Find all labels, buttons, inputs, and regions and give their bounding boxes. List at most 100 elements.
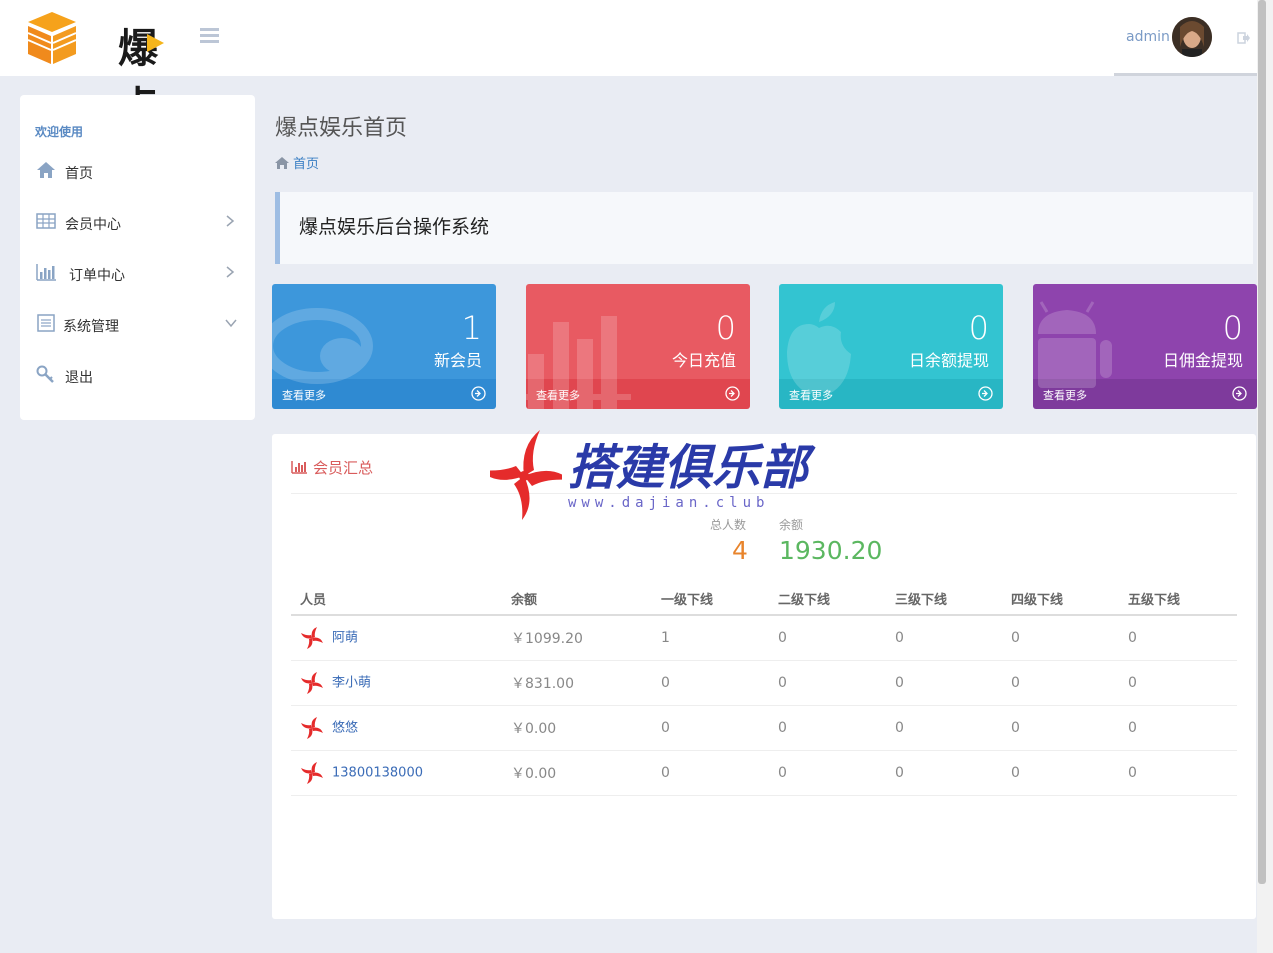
breadcrumb-home-link[interactable]: 首页 <box>293 157 319 172</box>
sidebar-item-members[interactable]: 会员中心 <box>20 202 255 242</box>
stat-more-link[interactable]: 查看更多 <box>789 387 833 403</box>
level1-cell: 0 <box>652 705 769 751</box>
level3-cell: 0 <box>886 615 1002 661</box>
watermark-text: 搭建俱乐部 <box>568 440 809 496</box>
level3-cell: 0 <box>886 660 1002 706</box>
member-name-link[interactable]: 阿萌 <box>332 630 358 645</box>
balance-cell: ￥1099.20 <box>502 615 652 661</box>
level2-cell: 0 <box>769 660 886 706</box>
sidebar-item-label: 首页 <box>65 166 93 182</box>
level4-cell: 0 <box>1002 705 1119 751</box>
level2-cell: 0 <box>769 615 886 661</box>
member-avatar-icon <box>301 626 323 649</box>
column-header: 余额 <box>502 582 652 616</box>
chevron-down-icon <box>225 319 237 328</box>
member-name-link[interactable]: 李小萌 <box>332 675 371 690</box>
stat-more-link[interactable]: 查看更多 <box>1043 387 1087 403</box>
sidebar-item-system[interactable]: 系统管理 <box>20 304 255 344</box>
user-name-link[interactable]: admin <box>1126 29 1170 45</box>
column-header: 三级下线 <box>886 582 1002 616</box>
level4-cell: 0 <box>1002 615 1119 661</box>
total-balance-label: 余额 <box>779 518 804 532</box>
table-row: 阿萌 ￥1099.20 1 0 0 0 0 <box>291 615 1237 661</box>
sidebar-item-label: 系统管理 <box>63 319 119 335</box>
watermark-url: www.dajian.club <box>568 495 770 511</box>
arrow-circle-right-icon[interactable] <box>1232 386 1247 401</box>
level1-cell: 0 <box>652 660 769 706</box>
level1-cell: 0 <box>652 750 769 796</box>
sidebar: 欢迎使用 首页 会员中心 订单中心 系统管理 退出 <box>20 95 255 420</box>
column-header: 一级下线 <box>652 582 769 616</box>
stat-card-new-members[interactable]: 1 新会员 查看更多 <box>272 284 496 409</box>
stat-label: 今日充值 <box>671 351 736 370</box>
member-cell: 李小萌 <box>291 660 502 706</box>
sidebar-heading: 欢迎使用 <box>35 125 84 139</box>
watermark: 搭建俱乐部 www.dajian.club <box>490 428 808 523</box>
stat-more-link[interactable]: 查看更多 <box>536 387 580 403</box>
table-icon <box>36 213 56 229</box>
level4-cell: 0 <box>1002 750 1119 796</box>
user-avatar[interactable] <box>1172 17 1212 57</box>
arrow-circle-right-icon[interactable] <box>471 386 486 401</box>
table-header-row: 人员 余额 一级下线 二级下线 三级下线 四级下线 五级下线 <box>291 582 1237 616</box>
member-name-link[interactable]: 13800138000 <box>332 765 423 780</box>
stat-label: 新会员 <box>433 351 482 370</box>
welcome-callout: 爆点娱乐后台操作系统 <box>275 192 1253 264</box>
chevron-right-icon <box>226 266 235 278</box>
stat-more-link[interactable]: 查看更多 <box>282 387 326 403</box>
arrow-circle-right-icon[interactable] <box>978 386 993 401</box>
list-icon <box>37 314 55 332</box>
column-header: 二级下线 <box>769 582 886 616</box>
balance-cell: ￥831.00 <box>502 660 652 706</box>
level5-cell: 0 <box>1119 750 1237 796</box>
column-header: 人员 <box>291 582 502 616</box>
stat-label: 日佣金提现 <box>1162 351 1243 370</box>
panel-title: 会员汇总 <box>291 457 373 478</box>
total-members-label: 总人数 <box>710 518 747 532</box>
member-summary-panel: 会员汇总 搭建俱乐部 www.dajian.club 总人数 余额 4 1930… <box>272 430 1256 919</box>
stat-card-daily-balance-withdraw[interactable]: 0 日余额提现 查看更多 <box>779 284 1003 409</box>
welcome-text: 爆点娱乐后台操作系统 <box>299 216 490 238</box>
level2-cell: 0 <box>769 750 886 796</box>
member-name-link[interactable]: 悠悠 <box>332 720 358 735</box>
bar-chart-icon <box>36 264 56 281</box>
member-avatar-icon <box>301 671 323 694</box>
column-header: 五级下线 <box>1119 582 1237 616</box>
menu-toggle-icon[interactable] <box>200 28 219 45</box>
pinwheel-watermark-icon <box>490 430 562 520</box>
home-icon <box>275 157 289 169</box>
arrow-circle-right-icon[interactable] <box>725 386 740 401</box>
stat-card-daily-commission-withdraw[interactable]: 0 日佣金提现 查看更多 <box>1033 284 1257 409</box>
sidebar-item-label: 订单中心 <box>69 268 125 284</box>
page-title: 爆点娱乐首页 <box>275 116 408 141</box>
member-cell: 阿萌 <box>291 615 502 661</box>
brand-logo[interactable]: 爆点 <box>26 10 176 130</box>
stat-value: 0 <box>715 309 736 347</box>
level3-cell: 0 <box>886 705 1002 751</box>
play-mark-icon <box>147 34 164 52</box>
table-row: 悠悠 ￥0.00 0 0 0 0 0 <box>291 705 1237 751</box>
top-header: 爆点 admin <box>0 0 1273 130</box>
member-avatar-icon <box>301 716 323 739</box>
total-members-value: 4 <box>732 536 748 565</box>
stat-card-today-recharge[interactable]: 0 今日充值 查看更多 <box>526 284 750 409</box>
level4-cell: 0 <box>1002 660 1119 706</box>
sidebar-item-home[interactable]: 首页 <box>20 151 255 191</box>
scrollbar-thumb[interactable] <box>1258 0 1266 884</box>
cube-logo-icon <box>27 12 77 64</box>
column-header: 四级下线 <box>1002 582 1119 616</box>
balance-cell: ￥0.00 <box>502 750 652 796</box>
panel-title-text: 会员汇总 <box>313 459 374 477</box>
header-divider <box>1114 73 1257 76</box>
sidebar-item-logout[interactable]: 退出 <box>20 355 255 395</box>
sidebar-item-orders[interactable]: 订单中心 <box>20 253 255 293</box>
chevron-right-icon <box>226 215 235 227</box>
member-cell: 悠悠 <box>291 705 502 751</box>
level3-cell: 0 <box>886 750 1002 796</box>
logout-icon[interactable] <box>1237 31 1251 45</box>
level2-cell: 0 <box>769 705 886 751</box>
members-table: 人员 余额 一级下线 二级下线 三级下线 四级下线 五级下线 阿萌 ￥1099.… <box>291 582 1237 796</box>
member-cell: 13800138000 <box>291 750 502 796</box>
sidebar-item-label: 会员中心 <box>65 217 121 233</box>
level1-cell: 1 <box>652 615 769 661</box>
